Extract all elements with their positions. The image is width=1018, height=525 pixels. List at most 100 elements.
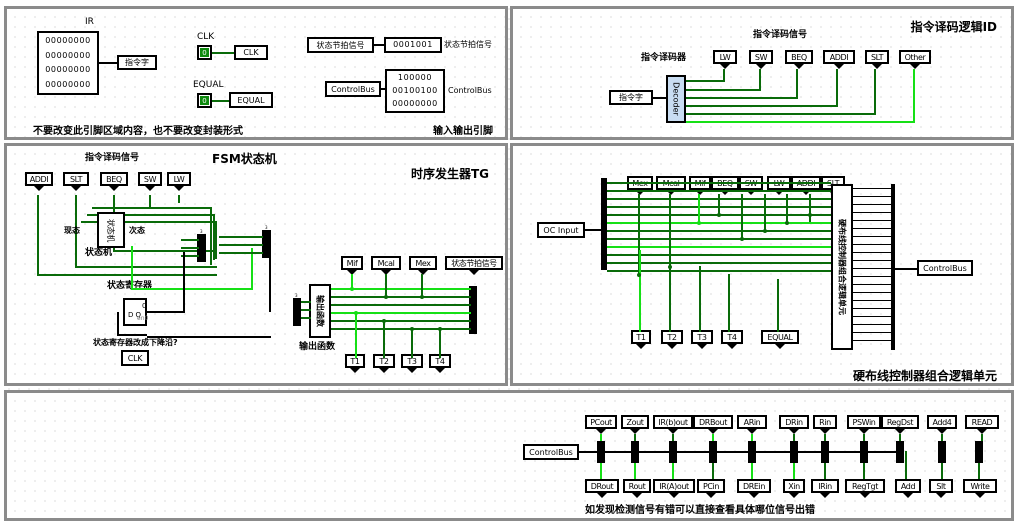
probe-slt[interactable]: Slt bbox=[929, 479, 953, 498]
probe-regdst[interactable]: RegDst bbox=[881, 415, 919, 434]
sink-sw[interactable]: SW bbox=[749, 50, 773, 69]
status-bit-array[interactable]: 0001001 bbox=[384, 37, 442, 53]
probe-write[interactable]: Write bbox=[963, 479, 997, 498]
wire-beq bbox=[686, 97, 798, 99]
probe-drbout[interactable]: DRBout bbox=[693, 415, 733, 434]
wire-t2-v bbox=[383, 320, 385, 358]
hw-v-slt bbox=[809, 194, 811, 222]
probe-rout[interactable]: Rout bbox=[623, 479, 651, 498]
index-node bbox=[821, 441, 829, 463]
equal-label: EQUAL bbox=[193, 80, 224, 90]
hw-input-sw[interactable]: SW bbox=[739, 176, 763, 195]
hw-input-t2[interactable]: T2 bbox=[661, 330, 683, 349]
sink-status-beat[interactable]: 状态节拍信号 bbox=[445, 256, 503, 275]
hw-v-lw bbox=[764, 194, 766, 232]
hw-input-t1[interactable]: T1 bbox=[631, 330, 651, 349]
output-function-label: 输出函数 bbox=[299, 342, 336, 352]
hw-input-equal[interactable]: EQUAL bbox=[761, 330, 799, 349]
panel-tg-title: 时序发生器TG bbox=[410, 167, 489, 181]
state-register-dff[interactable]: 0 D Q en0 bbox=[123, 298, 148, 326]
sink-beq[interactable]: BEQ bbox=[785, 50, 813, 69]
wire-bc4 bbox=[219, 236, 263, 238]
hw-input-mcal[interactable]: Mcal bbox=[656, 176, 686, 195]
probe-zout[interactable]: Zout bbox=[621, 415, 649, 434]
hw-v-mif bbox=[698, 194, 700, 224]
probe-irAout[interactable]: IR(A)out bbox=[653, 479, 695, 498]
junction bbox=[384, 295, 388, 299]
terminal-controlbus-out[interactable]: ControlBus bbox=[917, 260, 973, 276]
hw-wire-1 bbox=[607, 182, 831, 184]
ir-row: 00000000 bbox=[45, 36, 91, 46]
sink-addi[interactable]: ADDI bbox=[823, 50, 855, 69]
index-node bbox=[975, 441, 983, 463]
terminal-oc-input[interactable]: OC Input bbox=[537, 222, 585, 238]
junction bbox=[350, 287, 354, 291]
hw-input-addi[interactable]: ADDI bbox=[791, 176, 821, 195]
tapb-9 bbox=[905, 451, 907, 479]
fsm-block[interactable]: 状态机 bbox=[97, 212, 125, 248]
terminal-controlbus-source[interactable]: ControlBus bbox=[325, 81, 381, 97]
junction bbox=[717, 213, 721, 217]
hw-input-t3[interactable]: T3 bbox=[691, 330, 713, 349]
probe-pcout[interactable]: PCout bbox=[585, 415, 617, 434]
terminal-equal[interactable]: EQUAL bbox=[229, 92, 273, 108]
hw-v-addi bbox=[786, 194, 788, 224]
hw-input-t4[interactable]: T4 bbox=[721, 330, 743, 349]
wire-o2 bbox=[331, 296, 471, 298]
sink-lw[interactable]: LW bbox=[713, 50, 737, 69]
probe-drout[interactable]: DRout bbox=[585, 479, 619, 498]
hardwired-logic-block[interactable]: 硬布线控制器组合逻辑单元 bbox=[831, 184, 853, 350]
source-lw[interactable]: LW bbox=[167, 172, 191, 191]
source-addi[interactable]: ADDI bbox=[25, 172, 53, 191]
panel-timing-generator: 指令译码信号 FSM状态机 时序发生器TG ADDI SLT BEQ SW LW bbox=[4, 143, 508, 386]
sink-mif[interactable]: Mif bbox=[341, 256, 363, 275]
terminal-status-beat-source[interactable]: 状态节拍信号 bbox=[307, 37, 374, 53]
probe-arin[interactable]: ARin bbox=[737, 415, 767, 434]
sink-other[interactable]: Other bbox=[899, 50, 931, 69]
source-sw[interactable]: SW bbox=[138, 172, 162, 191]
terminal-clk[interactable]: CLK bbox=[234, 45, 268, 60]
probe-pswin[interactable]: PSWin bbox=[847, 415, 881, 434]
terminal-instruction-word[interactable]: 指令字 bbox=[117, 55, 157, 70]
ir-bit-array[interactable]: 00000000 00000000 00000000 00000000 bbox=[37, 31, 99, 95]
probe-drin[interactable]: DRin bbox=[779, 415, 809, 434]
decoder-block[interactable]: Decoder bbox=[666, 75, 686, 123]
hw-input-mex[interactable]: Mex bbox=[627, 176, 653, 195]
probe-rin[interactable]: Rin bbox=[813, 415, 837, 434]
probe-pcin[interactable]: PCin bbox=[697, 479, 725, 498]
wire-t1-v bbox=[355, 312, 357, 358]
probe-add[interactable]: Add bbox=[895, 479, 921, 498]
probe-read[interactable]: READ bbox=[965, 415, 999, 434]
junction bbox=[410, 327, 414, 331]
probe-regtgt[interactable]: RegTgt bbox=[845, 479, 885, 498]
probe-irin[interactable]: IRin bbox=[811, 479, 839, 498]
sink-mex[interactable]: Mex bbox=[409, 256, 437, 275]
clk-boolean-control[interactable]: 0 bbox=[197, 45, 212, 60]
hw-input-mif[interactable]: Mif bbox=[689, 176, 711, 195]
source-beq[interactable]: BEQ bbox=[100, 172, 128, 191]
sink-mcal[interactable]: Mcal bbox=[371, 256, 401, 275]
probe-xin[interactable]: Xin bbox=[783, 479, 805, 498]
wire-of1 bbox=[301, 301, 311, 303]
source-slt[interactable]: SLT bbox=[63, 172, 89, 191]
controlbus-bit-array[interactable]: 100000 00100100 00000000 bbox=[385, 69, 445, 113]
wire-o3 bbox=[331, 304, 471, 306]
probe-add4[interactable]: Add4 bbox=[927, 415, 957, 434]
terminal-instruction-word-in[interactable]: 指令字 bbox=[609, 90, 653, 105]
terminal-clk-fsm[interactable]: CLK bbox=[121, 350, 149, 366]
equal-boolean-control[interactable]: 0 bbox=[197, 93, 212, 108]
wire-state-fb-v bbox=[131, 246, 133, 290]
tg-decode-signals-label: 指令译码信号 bbox=[85, 153, 140, 163]
wire-bus-d bbox=[37, 274, 217, 276]
hw-input-lw[interactable]: LW bbox=[767, 176, 791, 195]
probe-drein[interactable]: DREin bbox=[737, 479, 771, 498]
fsm-block-label: 状态机 bbox=[85, 248, 113, 258]
hw-input-beq[interactable]: BEQ bbox=[711, 176, 739, 195]
output-function-block[interactable]: 输出函数 bbox=[309, 284, 331, 338]
hw-v-equal bbox=[777, 279, 779, 332]
junction bbox=[354, 311, 358, 315]
terminal-controlbus-probe[interactable]: ControlBus bbox=[523, 444, 579, 460]
bus-index: 3 bbox=[265, 225, 268, 230]
sink-slt[interactable]: SLT bbox=[865, 50, 889, 69]
probe-irbout[interactable]: IR(b)out bbox=[653, 415, 693, 434]
